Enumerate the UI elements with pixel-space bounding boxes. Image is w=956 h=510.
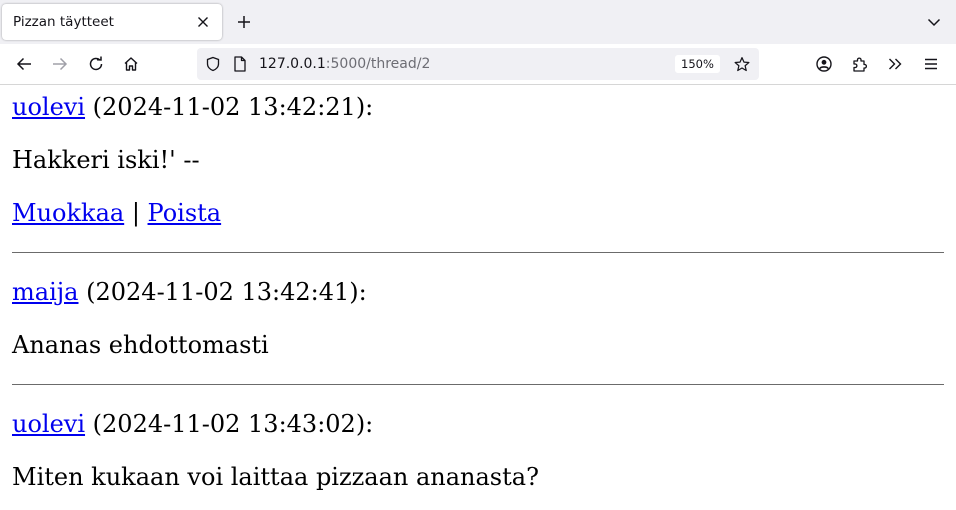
tab-bar: Pizzan täytteet <box>0 0 956 44</box>
page-icon[interactable] <box>232 56 248 72</box>
page-content: uolevi (2024-11-02 13:42:21): Hakkeri is… <box>0 85 956 510</box>
zoom-level-badge[interactable]: 150% <box>675 55 720 73</box>
message-timestamp: (2024-11-02 13:42:21): <box>85 93 374 121</box>
message-content: Ananas ehdottomasti <box>12 331 269 359</box>
message-actions: Muokkaa | Poista <box>12 198 221 228</box>
message-content: Miten kukaan voi laittaa pizzaan ananast… <box>12 463 539 491</box>
message-content: Hakkeri iski!' -- <box>12 146 200 174</box>
arrow-left-icon[interactable] <box>12 52 36 76</box>
tab-title: Pizzan täytteet <box>13 14 114 30</box>
tracking-shield-icon[interactable] <box>205 56 221 72</box>
url-bar[interactable]: 127.0.0.1:5000/thread/2 150% <box>197 48 759 80</box>
chevron-down-icon[interactable] <box>922 10 946 34</box>
browser-chrome: Pizzan täytteet 127.0.0.1:5000/thread/2 … <box>0 0 956 85</box>
edit-link[interactable]: Muokkaa <box>12 199 124 227</box>
plus-icon[interactable] <box>232 10 256 34</box>
close-icon[interactable] <box>192 11 214 33</box>
account-icon[interactable] <box>812 52 836 76</box>
star-icon[interactable] <box>734 56 750 72</box>
home-icon[interactable] <box>119 52 143 76</box>
divider <box>12 384 944 385</box>
message-header: uolevi (2024-11-02 13:42:21): <box>12 92 373 122</box>
message-header: maija (2024-11-02 13:42:41): <box>12 277 367 307</box>
url-host: 127.0.0.1 <box>259 56 326 72</box>
arrow-right-icon[interactable] <box>48 52 72 76</box>
username-link[interactable]: uolevi <box>12 93 85 121</box>
url-path: :5000/thread/2 <box>325 56 431 72</box>
hamburger-icon[interactable] <box>919 52 943 76</box>
url-text[interactable]: 127.0.0.1:5000/thread/2 <box>259 56 430 72</box>
delete-link[interactable]: Poista <box>148 199 222 227</box>
message-header: uolevi (2024-11-02 13:43:02): <box>12 409 373 439</box>
double-chevron-icon[interactable] <box>883 52 907 76</box>
divider <box>12 252 944 253</box>
username-link[interactable]: maija <box>12 278 79 306</box>
reload-icon[interactable] <box>84 52 108 76</box>
puzzle-icon[interactable] <box>848 52 872 76</box>
action-separator: | <box>124 199 148 227</box>
message-timestamp: (2024-11-02 13:43:02): <box>85 410 374 438</box>
tab-active[interactable]: Pizzan täytteet <box>2 4 222 40</box>
nav-bar: 127.0.0.1:5000/thread/2 150% <box>0 44 956 85</box>
username-link[interactable]: uolevi <box>12 410 85 438</box>
message-timestamp: (2024-11-02 13:42:41): <box>78 278 367 306</box>
